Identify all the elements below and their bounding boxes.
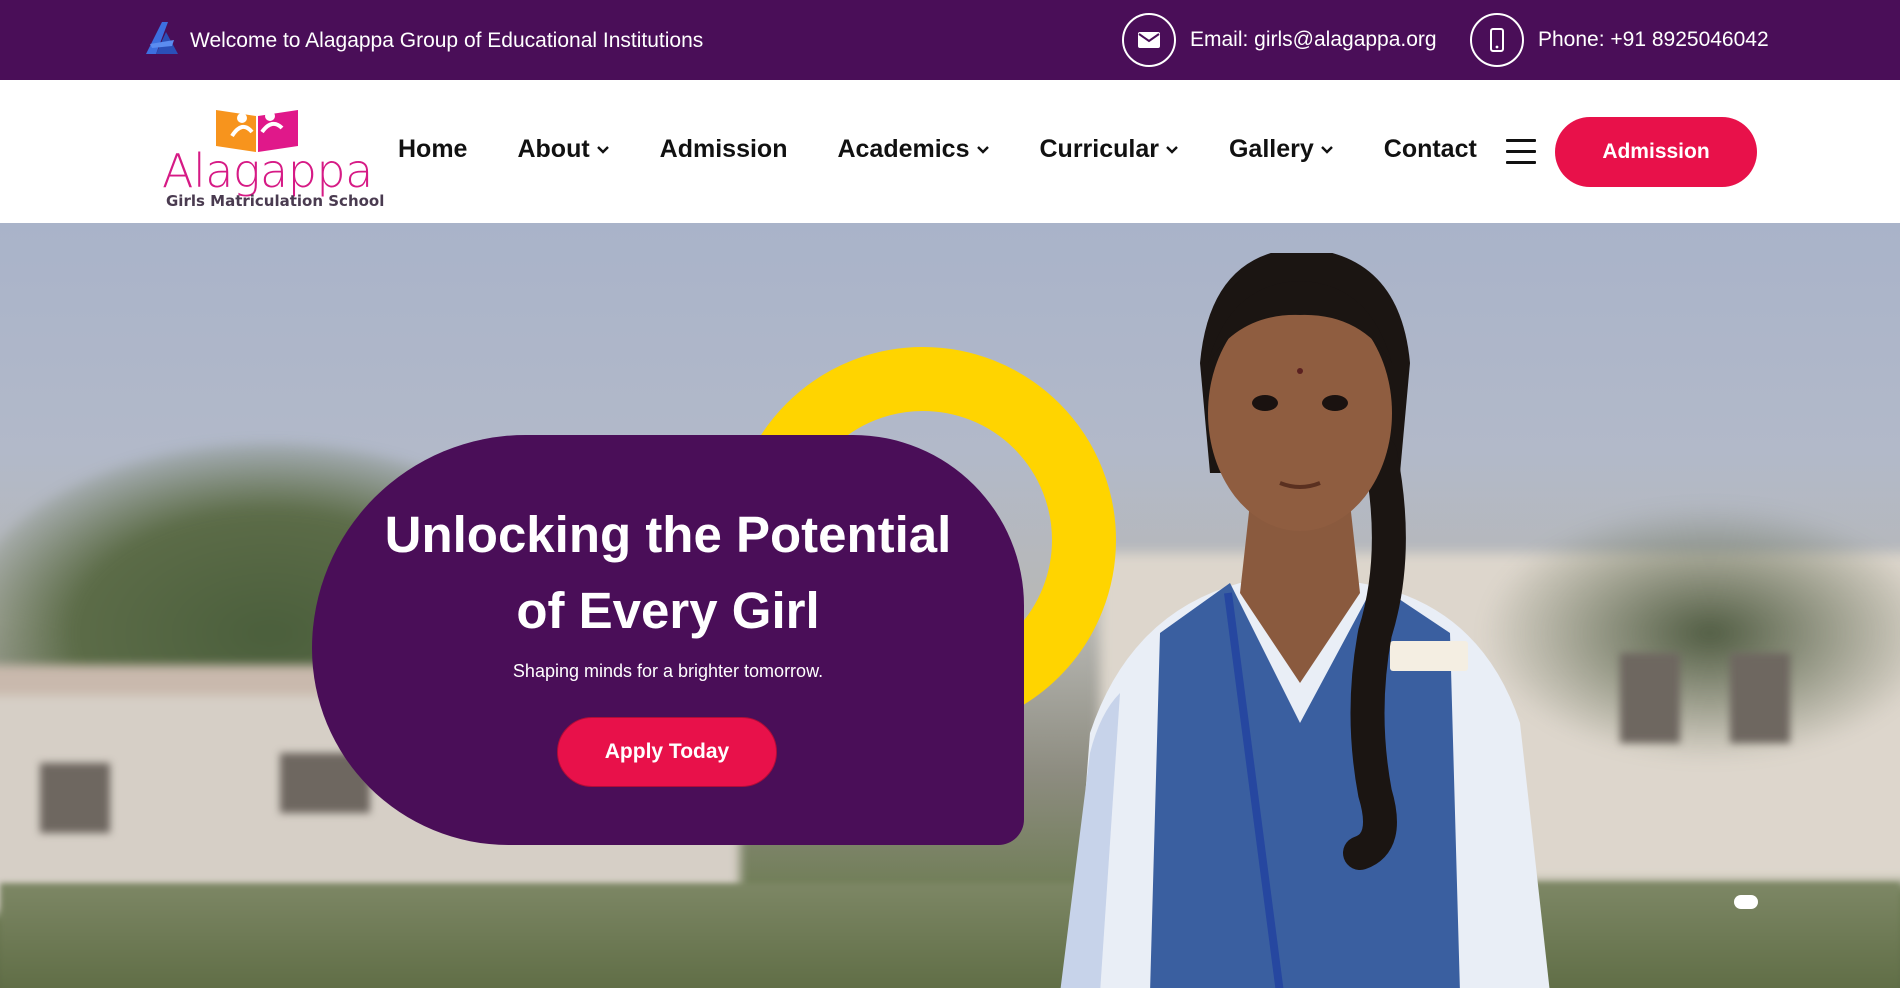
site-header: Alagappa Girls Matriculation School Home… [0, 80, 1900, 223]
nav-gallery[interactable]: Gallery [1229, 135, 1334, 164]
nav-contact[interactable]: Contact [1384, 135, 1477, 164]
email-text[interactable]: Email: girls@alagappa.org [1190, 28, 1437, 52]
nav-admission[interactable]: Admission [660, 135, 788, 164]
phone-contact[interactable]: Phone: +91 8925046042 [1470, 13, 1769, 67]
school-logo[interactable]: Alagappa Girls Matriculation School [162, 102, 384, 210]
nav-contact-label: Contact [1383, 135, 1477, 163]
mobile-phone-icon [1470, 13, 1524, 67]
admission-button[interactable]: Admission [1555, 117, 1757, 187]
hero-banner: Unlocking the Potential of Every Girl Sh… [0, 223, 1900, 988]
main-nav: Home About Admission Academics Curricula… [398, 135, 1527, 164]
nav-curricular[interactable]: Curricular [1040, 135, 1179, 164]
hero-title-line2: of Every Girl [516, 582, 820, 639]
student-photo [1060, 253, 1550, 988]
envelope-icon [1122, 13, 1176, 67]
top-bar: Welcome to Alagappa Group of Educational… [0, 0, 1900, 80]
welcome-message: Welcome to Alagappa Group of Educational… [144, 20, 703, 62]
apply-today-button[interactable]: Apply Today [557, 717, 777, 787]
hero-message-card: Unlocking the Potential of Every Girl Sh… [312, 435, 1024, 845]
nav-home[interactable]: Home [398, 135, 467, 164]
nav-academics-label: Academics [837, 135, 970, 163]
chevron-down-icon [1320, 145, 1333, 154]
nav-curricular-label: Curricular [1039, 135, 1159, 163]
hero-title-line1: Unlocking the Potential [384, 506, 952, 563]
nav-about-label: About [517, 135, 590, 163]
email-contact[interactable]: Email: girls@alagappa.org [1122, 13, 1437, 67]
nav-home-label: Home [398, 135, 468, 163]
hero-title: Unlocking the Potential of Every Girl [312, 497, 1024, 649]
nav-gallery-label: Gallery [1228, 135, 1314, 163]
hero-subtitle: Shaping minds for a brighter tomorrow. [512, 661, 824, 681]
chevron-down-icon [596, 145, 609, 154]
alagappa-a-logo-icon [144, 20, 180, 62]
chevron-down-icon [976, 145, 989, 154]
hamburger-menu-icon[interactable] [1506, 139, 1536, 167]
slider-dot-active[interactable] [1734, 895, 1758, 909]
nav-about[interactable]: About [517, 135, 609, 164]
logo-subtitle: Girls Matriculation School [166, 192, 385, 210]
nav-academics[interactable]: Academics [837, 135, 989, 164]
chevron-down-icon [1166, 145, 1178, 154]
phone-text[interactable]: Phone: +91 8925046042 [1538, 28, 1769, 52]
logo-wordmark: Alagappa [162, 144, 373, 198]
welcome-text: Welcome to Alagappa Group of Educational… [190, 29, 704, 52]
nav-admission-label: Admission [659, 135, 788, 163]
